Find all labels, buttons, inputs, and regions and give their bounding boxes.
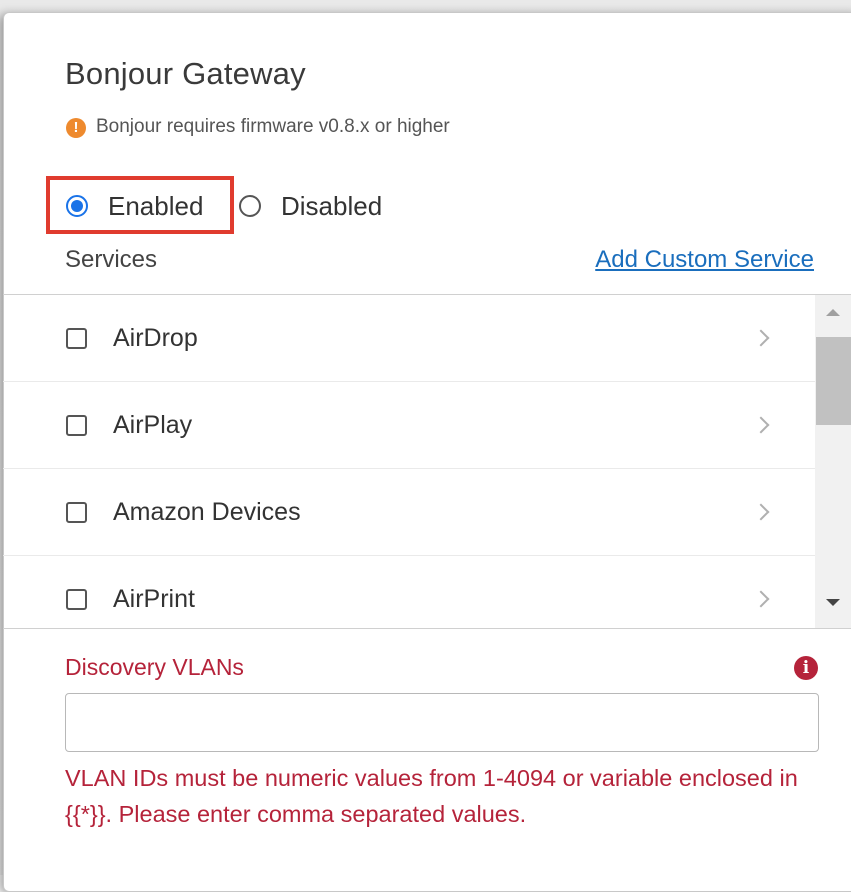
info-circle-icon[interactable]: i bbox=[794, 656, 818, 680]
service-item-airprint[interactable]: AirPrint bbox=[3, 556, 815, 628]
radio-disabled-indicator[interactable] bbox=[239, 195, 261, 217]
chevron-right-icon[interactable] bbox=[752, 416, 770, 434]
add-custom-service-link[interactable]: Add Custom Service bbox=[595, 246, 814, 274]
exclamation-circle-icon: ! bbox=[66, 118, 86, 138]
scroll-up-arrow-icon[interactable] bbox=[826, 309, 840, 316]
services-divider-bottom bbox=[3, 628, 851, 629]
services-heading: Services bbox=[65, 246, 158, 273]
service-label: AirDrop bbox=[113, 323, 198, 352]
chevron-right-icon[interactable] bbox=[752, 503, 770, 521]
scroll-down-arrow-icon[interactable] bbox=[826, 599, 840, 606]
service-item-airdrop[interactable]: AirDrop bbox=[3, 295, 815, 382]
services-list: AirDrop AirPlay Amazon Devices AirPrint bbox=[3, 295, 815, 628]
page-title: Bonjour Gateway bbox=[65, 56, 306, 91]
services-scrollbar[interactable] bbox=[815, 295, 851, 628]
service-item-amazon-devices[interactable]: Amazon Devices bbox=[3, 469, 815, 556]
service-checkbox-airplay[interactable] bbox=[66, 414, 87, 436]
service-label: AirPlay bbox=[113, 410, 193, 439]
radio-enabled[interactable]: Enabled bbox=[66, 190, 203, 222]
firmware-warning: ! Bonjour requires firmware v0.8.x or hi… bbox=[66, 114, 450, 140]
service-item-airplay[interactable]: AirPlay bbox=[3, 382, 815, 469]
scrollbar-thumb[interactable] bbox=[816, 337, 851, 425]
discovery-vlans-error: VLAN IDs must be numeric values from 1-4… bbox=[65, 765, 798, 827]
discovery-vlans-label: Discovery VLANs bbox=[65, 654, 244, 680]
service-label: Amazon Devices bbox=[113, 497, 301, 526]
radio-disabled[interactable]: Disabled bbox=[239, 190, 382, 222]
service-label: AirPrint bbox=[113, 584, 195, 613]
firmware-warning-text: Bonjour requires firmware v0.8.x or high… bbox=[96, 116, 450, 137]
service-checkbox-amazon-devices[interactable] bbox=[66, 501, 87, 523]
radio-enabled-indicator[interactable] bbox=[66, 195, 88, 217]
radio-disabled-label[interactable]: Disabled bbox=[281, 191, 382, 222]
chevron-right-icon[interactable] bbox=[752, 329, 770, 347]
chevron-right-icon[interactable] bbox=[752, 590, 770, 608]
discovery-vlans-input[interactable] bbox=[65, 693, 819, 752]
service-checkbox-airdrop[interactable] bbox=[66, 327, 87, 349]
service-checkbox-airprint[interactable] bbox=[66, 588, 87, 610]
radio-enabled-label[interactable]: Enabled bbox=[108, 191, 203, 222]
